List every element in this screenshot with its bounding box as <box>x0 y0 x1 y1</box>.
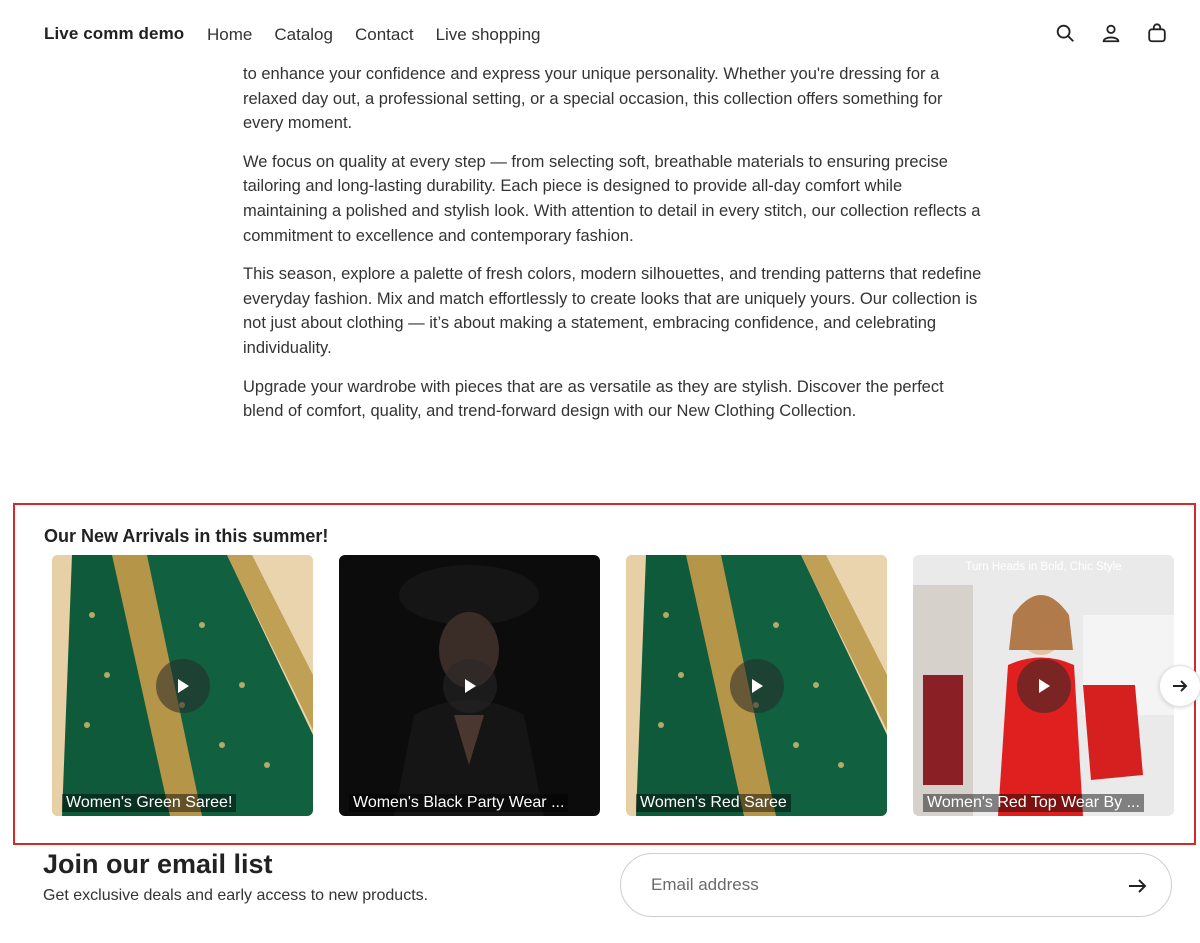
description-paragraph: Upgrade your wardrobe with pieces that a… <box>243 377 944 421</box>
new-arrivals-section: Our New Arrivals in this summer! Women's… <box>13 503 1200 845</box>
play-button[interactable] <box>1016 658 1071 713</box>
video-card[interactable]: Women's Black Party Wear ... <box>339 555 600 816</box>
arrow-right-icon[interactable] <box>1125 874 1149 898</box>
nav-contact[interactable]: Contact <box>355 25 414 45</box>
newsletter-form <box>620 853 1172 917</box>
section-title: Our New Arrivals in this summer! <box>44 526 329 546</box>
header-icons <box>1054 22 1168 44</box>
play-icon <box>177 678 189 693</box>
newsletter-subtitle: Get exclusive deals and early access to … <box>43 887 429 904</box>
site-header: Live comm demo Home Catalog Contact Live… <box>0 0 1200 64</box>
video-overlay-title: Turn Heads in Bold, Chic Style <box>965 561 1122 573</box>
nav-home[interactable]: Home <box>207 25 252 45</box>
nav-live-shopping[interactable]: Live shopping <box>436 25 541 45</box>
card-caption: Women's Black Party Wear ... <box>349 794 569 812</box>
description-paragraph: to enhance your confidence and express y… <box>243 65 943 133</box>
cart-icon[interactable] <box>1146 22 1168 44</box>
search-icon[interactable] <box>1054 22 1076 44</box>
video-card[interactable]: Turn Heads in Bold, Chic Style Women's R… <box>913 555 1174 816</box>
video-card[interactable]: Women's Green Saree! <box>52 555 313 816</box>
play-icon <box>464 678 476 693</box>
card-caption: Women's Green Saree! <box>62 794 237 812</box>
description-paragraph: This season, explore a palette of fresh … <box>243 265 982 357</box>
collection-description: to enhance your confidence and express y… <box>243 62 983 438</box>
email-input[interactable] <box>651 875 1091 895</box>
arrow-right-icon <box>1173 680 1188 692</box>
play-button[interactable] <box>155 658 210 713</box>
account-icon[interactable] <box>1100 22 1122 44</box>
main-nav: Home Catalog Contact Live shopping <box>207 25 540 45</box>
description-paragraph: We focus on quality at every step — from… <box>243 152 981 245</box>
newsletter-title: Join our email list <box>43 849 273 879</box>
play-button[interactable] <box>729 658 784 713</box>
carousel-next-button[interactable] <box>1159 665 1200 707</box>
play-button[interactable] <box>442 658 497 713</box>
brand-logo[interactable]: Live comm demo <box>44 24 184 44</box>
video-card[interactable]: Women's Red Saree <box>626 555 887 816</box>
play-icon <box>1038 678 1050 693</box>
nav-catalog[interactable]: Catalog <box>274 25 333 45</box>
video-carousel: Women's Green Saree! Women's Black Party… <box>52 555 1174 816</box>
card-caption: Women's Red Saree <box>636 794 791 812</box>
card-caption: Women's Red Top Wear By ... <box>923 794 1144 812</box>
play-icon <box>751 678 763 693</box>
